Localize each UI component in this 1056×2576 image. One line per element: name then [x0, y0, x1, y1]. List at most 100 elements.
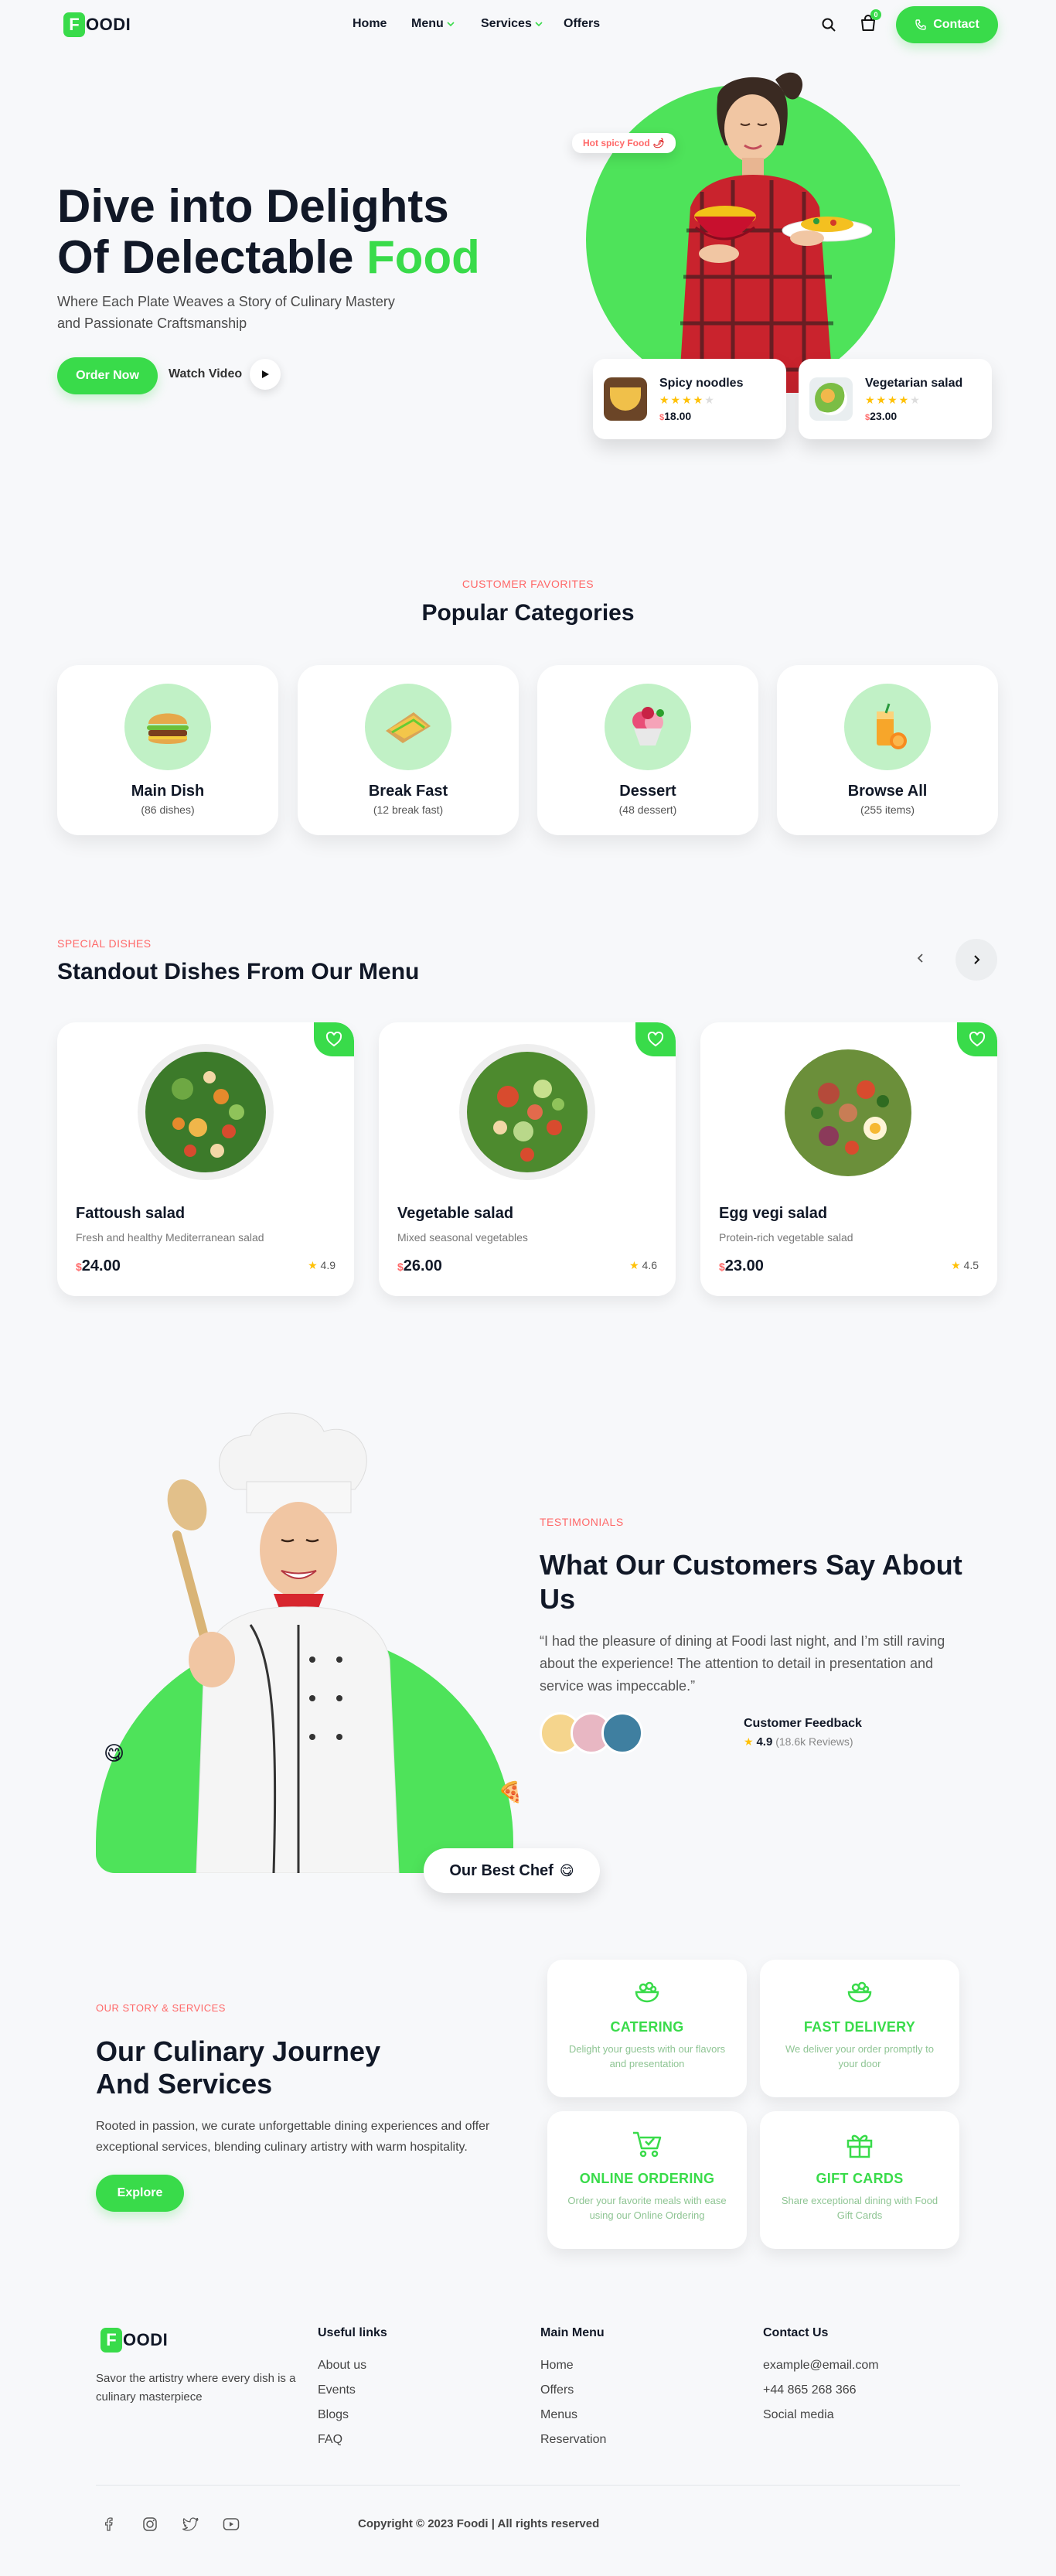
- dish-card-vegetable-salad[interactable]: Vegetable salad Mixed seasonal vegetable…: [379, 1022, 676, 1296]
- rating-stars: ★★★★★: [865, 393, 921, 406]
- star-icon: ★: [744, 1735, 754, 1748]
- footer-divider: [96, 2485, 960, 2486]
- hot-spicy-tag: Hot spicy Food 🌶: [572, 133, 676, 153]
- category-count: (48 dessert): [618, 804, 677, 816]
- footer-link[interactable]: Events: [318, 2383, 387, 2397]
- category-browse-all[interactable]: Browse All (255 items): [777, 665, 998, 835]
- dish-card-fattoush[interactable]: Fattoush salad Fresh and healthy Mediter…: [57, 1022, 354, 1296]
- logo-text: OODI: [86, 15, 131, 34]
- heart-icon: [325, 1032, 342, 1047]
- footer-col-head: Main Menu: [540, 2326, 605, 2339]
- navbar: F OODI Home Menu Services Offers 0 Conta…: [0, 0, 1056, 49]
- footer-link[interactable]: +44 865 268 366: [763, 2383, 879, 2397]
- category-title: Break Fast: [368, 783, 448, 800]
- feedback-title: Customer Feedback: [744, 1717, 862, 1730]
- chili-icon: 🌶: [652, 138, 665, 148]
- footer-col-head: Contact Us: [763, 2326, 829, 2339]
- category-dessert[interactable]: Dessert (48 dessert): [537, 665, 758, 835]
- noodles-thumbnail: [604, 377, 647, 421]
- category-title: Dessert: [619, 783, 676, 800]
- services-title-line2: And Services: [96, 2068, 273, 2100]
- search-icon[interactable]: [821, 17, 836, 32]
- instagram-icon[interactable]: [142, 2516, 158, 2532]
- phone-icon: [915, 19, 926, 30]
- footer-col-contact: Contact Us example@email.com +44 865 268…: [763, 2326, 879, 2422]
- footer-link[interactable]: Blogs: [318, 2408, 387, 2422]
- customer-avatars: [540, 1712, 643, 1754]
- favorite-button[interactable]: [314, 1022, 354, 1056]
- footer-link[interactable]: About us: [318, 2359, 387, 2373]
- footer-link[interactable]: example@email.com: [763, 2359, 879, 2373]
- nav-menu[interactable]: Menu: [411, 17, 455, 31]
- footer-link[interactable]: Offers: [540, 2383, 606, 2397]
- nav-services[interactable]: Services: [481, 17, 543, 31]
- footer-link[interactable]: Reservation: [540, 2433, 606, 2447]
- category-title: Browse All: [847, 783, 928, 800]
- services-label: OUR STORY & SERVICES: [96, 2002, 226, 2014]
- service-catering[interactable]: CATERING Delight your guests with our fl…: [547, 1960, 747, 2097]
- contact-label: Contact: [933, 18, 979, 31]
- carousel-next-button[interactable]: [956, 939, 997, 981]
- ice-cream-icon: [605, 684, 691, 770]
- service-title: FAST DELIVERY: [803, 2019, 916, 2035]
- chef-image: 😋 🍕: [96, 1404, 529, 1915]
- hero-card-vegetarian-salad[interactable]: Vegetarian salad ★★★★★ $23.00: [799, 359, 992, 439]
- services-text: Rooted in passion, we curate unforgettab…: [96, 2120, 490, 2154]
- footer-logo[interactable]: F OODI: [100, 2328, 168, 2353]
- dish-rating: ★ 4.6: [629, 1259, 657, 1271]
- gift-icon: [847, 2134, 873, 2158]
- service-online-ordering[interactable]: ONLINE ORDERING Order your favorite meal…: [547, 2111, 747, 2249]
- hero-title-line1: Dive into Delights: [57, 180, 449, 232]
- dish-card-egg-vegi-salad[interactable]: Egg vegi salad Protein-rich vegetable sa…: [700, 1022, 997, 1296]
- chevron-down-icon: [535, 22, 543, 27]
- facebook-icon[interactable]: [102, 2517, 116, 2531]
- footer-tagline: Savor the artistry where every dish is a…: [96, 2372, 296, 2404]
- footer-link[interactable]: Menus: [540, 2408, 606, 2422]
- cart-button[interactable]: 0: [860, 9, 881, 34]
- footer-link[interactable]: Social media: [763, 2408, 879, 2422]
- heart-icon: [647, 1032, 664, 1047]
- egg-vegi-salad-image: [785, 1049, 911, 1176]
- dish-price: $24.00: [76, 1257, 121, 1274]
- dish-description: Fresh and healthy Mediterranean salad: [76, 1231, 264, 1244]
- footer-col-main-menu: Main Menu Home Offers Menus Reservation: [540, 2326, 606, 2447]
- dish-description: Protein-rich vegetable salad: [719, 1231, 853, 1244]
- favorite-button[interactable]: [957, 1022, 997, 1056]
- favorite-button[interactable]: [635, 1022, 676, 1056]
- heart-icon: [969, 1032, 986, 1047]
- contact-button[interactable]: Contact: [896, 6, 998, 43]
- logo-text: OODI: [123, 2330, 169, 2349]
- services-title-line1: Our Culinary Journey: [96, 2035, 381, 2067]
- youtube-icon[interactable]: [223, 2517, 240, 2531]
- footer-link[interactable]: Home: [540, 2359, 606, 2373]
- chevron-right-icon: [974, 955, 980, 964]
- service-description: We deliver your order promptly to your d…: [785, 2043, 934, 2069]
- service-title: CATERING: [610, 2019, 684, 2035]
- star-icon: ★: [951, 1259, 961, 1271]
- hero-card-spicy-noodles[interactable]: Spicy noodles ★★★★★ $18.00: [593, 359, 786, 439]
- service-gift-cards[interactable]: GIFT CARDS Share exceptional dining with…: [760, 2111, 959, 2249]
- categories-title: Popular Categories: [421, 600, 635, 626]
- twitter-icon[interactable]: [182, 2516, 199, 2532]
- nav-home[interactable]: Home: [353, 17, 387, 31]
- order-now-button[interactable]: Order Now: [57, 357, 158, 394]
- carousel-prev-button[interactable]: [901, 939, 940, 978]
- rating-stars: ★★★★★: [659, 393, 716, 406]
- categories-label: CUSTOMER FAVORITES: [462, 578, 594, 590]
- category-main-dish[interactable]: Main Dish (86 dishes): [57, 665, 278, 835]
- star-icon: ★: [308, 1259, 318, 1271]
- dish-rating: ★ 4.9: [308, 1259, 336, 1271]
- service-fast-delivery[interactable]: FAST DELIVERY We deliver your order prom…: [760, 1960, 959, 2097]
- nav-offers[interactable]: Offers: [564, 17, 600, 31]
- dish-price: $26.00: [397, 1257, 442, 1274]
- chef-emoji-icon: 😋: [559, 1862, 574, 1878]
- logo[interactable]: F OODI: [63, 12, 131, 37]
- woman-with-food-illustration: [679, 72, 872, 393]
- category-count: (12 break fast): [373, 804, 444, 816]
- explore-button[interactable]: Explore: [96, 2175, 184, 2212]
- footer-link[interactable]: FAQ: [318, 2433, 387, 2447]
- category-break-fast[interactable]: Break Fast (12 break fast): [298, 665, 519, 835]
- testimonials-label: TESTIMONIALS: [540, 1516, 624, 1528]
- watch-video-button[interactable]: Watch Video: [169, 359, 281, 390]
- hero-card-price: $18.00: [659, 409, 692, 422]
